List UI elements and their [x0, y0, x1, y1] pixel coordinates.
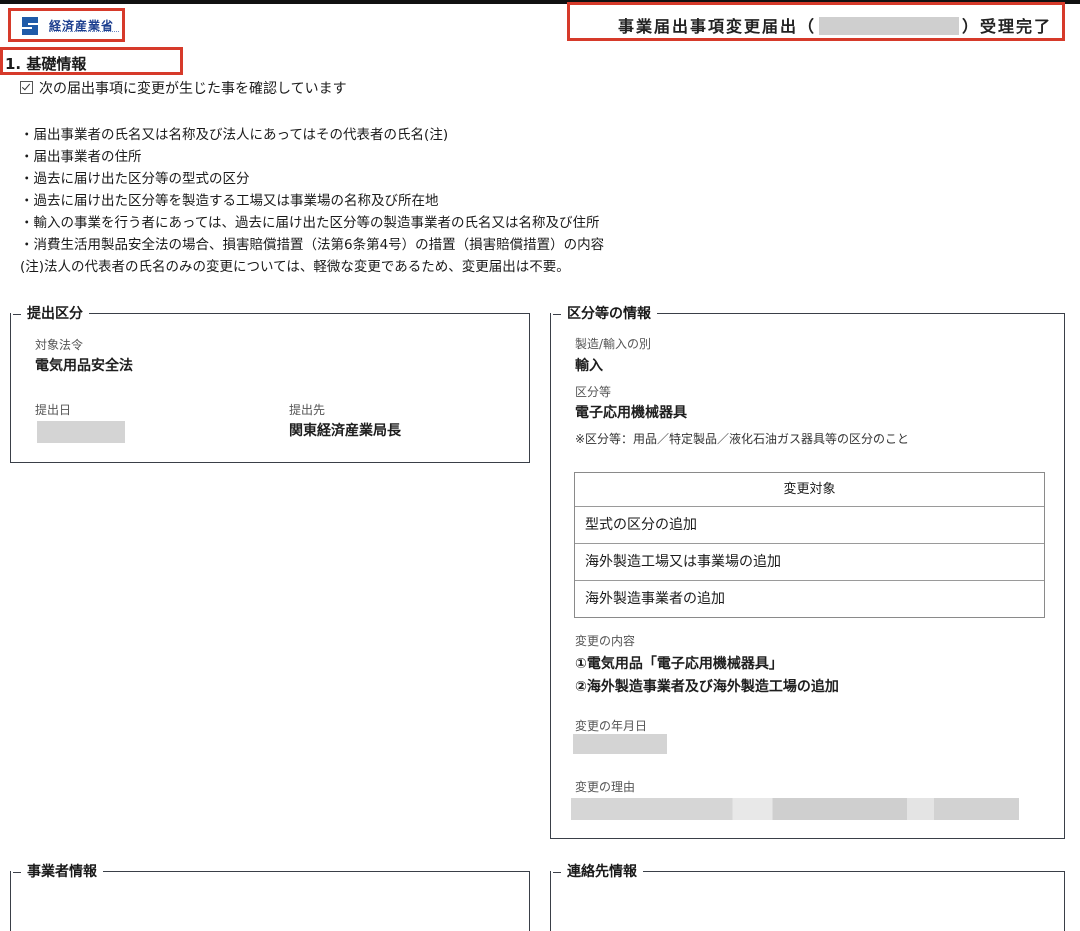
submit-date-label: 提出日	[35, 403, 72, 417]
category-value: 電子応用機械器具	[575, 405, 687, 421]
change-target-header: 変更対象	[575, 473, 1044, 507]
checkbox-checked-icon	[20, 81, 33, 94]
contact-info-panel: 連絡先情報	[550, 861, 1065, 931]
contact-info-legend: 連絡先情報	[551, 861, 643, 881]
note-item: ・過去に届け出た区分等の型式の区分	[20, 171, 250, 187]
submit-to-label: 提出先	[289, 403, 326, 417]
target-law-label: 対象法令	[35, 338, 84, 352]
section-highlight-box: 1. 基礎情報	[0, 47, 183, 75]
redacted-change-reason	[571, 798, 1019, 820]
title-highlight-box: 事業届出事項変更届出（ ）受理完了	[567, 2, 1065, 41]
meti-logo-icon	[22, 17, 38, 35]
redacted-submit-date	[37, 421, 125, 443]
category-note: ※区分等：用品／特定製品／液化石油ガス器具等の区分のこと	[575, 432, 910, 446]
redacted-id	[819, 17, 960, 35]
business-info-legend: 事業者情報	[11, 861, 103, 881]
table-row: 海外製造工場又は事業場の追加	[575, 544, 1044, 581]
target-law-value: 電気用品安全法	[35, 358, 133, 374]
note-item: ・消費生活用製品安全法の場合、損害賠償措置（法第6条第4号）の措置（損害賠償措置…	[20, 237, 605, 253]
change-reason-label: 変更の理由	[575, 780, 636, 794]
category-label: 区分等	[575, 385, 612, 399]
table-row: 海外製造事業者の追加	[585, 591, 725, 607]
change-content-line: ②海外製造事業者及び海外製造工場の追加	[575, 679, 839, 695]
title-prefix: 事業届出事項変更届出（	[618, 17, 817, 36]
submission-panel: 提出区分 対象法令 電気用品安全法 提出日 提出先 関東経済産業局長	[10, 303, 530, 463]
note-item: ・届出事業者の住所	[20, 149, 142, 165]
category-panel: 区分等の情報 製造/輸入の別 輸入 区分等 電子応用機械器具 ※区分等：用品／特…	[550, 303, 1065, 839]
logo-highlight-box: 経済産業省	[8, 8, 125, 42]
submit-to-value: 関東経済産業局長	[289, 423, 401, 439]
note-item: ・過去に届け出た区分等を製造する工場又は事業場の名称及び所在地	[20, 193, 439, 209]
note-footnote: (注)法人の代表者の氏名のみの変更については、軽微な変更であるため、変更届出は不…	[20, 259, 570, 275]
mfg-import-value: 輸入	[575, 358, 603, 374]
submission-legend: 提出区分	[11, 303, 89, 323]
mfg-import-label: 製造/輸入の別	[575, 337, 652, 351]
confirm-check-label: 次の届出事項に変更が生じた事を確認しています	[39, 81, 347, 97]
notes-list: ・届出事業者の氏名又は名称及び法人にあってはその代表者の氏名(注) ・届出事業者…	[20, 124, 604, 278]
change-content-label: 変更の内容	[575, 634, 636, 648]
confirm-check: 次の届出事項に変更が生じた事を確認しています	[20, 78, 347, 98]
business-info-panel: 事業者情報	[10, 861, 530, 931]
redacted-change-date	[573, 734, 667, 754]
table-row: 型式の区分の追加	[575, 507, 1044, 544]
title-suffix: ）受理完了	[962, 17, 1053, 36]
change-target-table: 変更対象 型式の区分の追加 海外製造工場又は事業場の追加 海外製造事業者の追加	[574, 472, 1045, 618]
note-item: ・届出事業者の氏名又は名称及び法人にあってはその代表者の氏名(注)	[20, 127, 449, 143]
change-date-label: 変更の年月日	[575, 719, 648, 733]
section-heading: 1. 基礎情報	[5, 55, 87, 73]
note-item: ・輸入の事業を行う者にあっては、過去に届け出た区分等の製造事業者の氏名又は名称及…	[20, 215, 600, 231]
category-legend: 区分等の情報	[551, 303, 657, 323]
page-title: 事業届出事項変更届出（ ）受理完了	[618, 13, 1052, 37]
change-content-line: ①電気用品「電子応用機械器具」	[575, 656, 783, 672]
logo-subline	[49, 31, 119, 35]
